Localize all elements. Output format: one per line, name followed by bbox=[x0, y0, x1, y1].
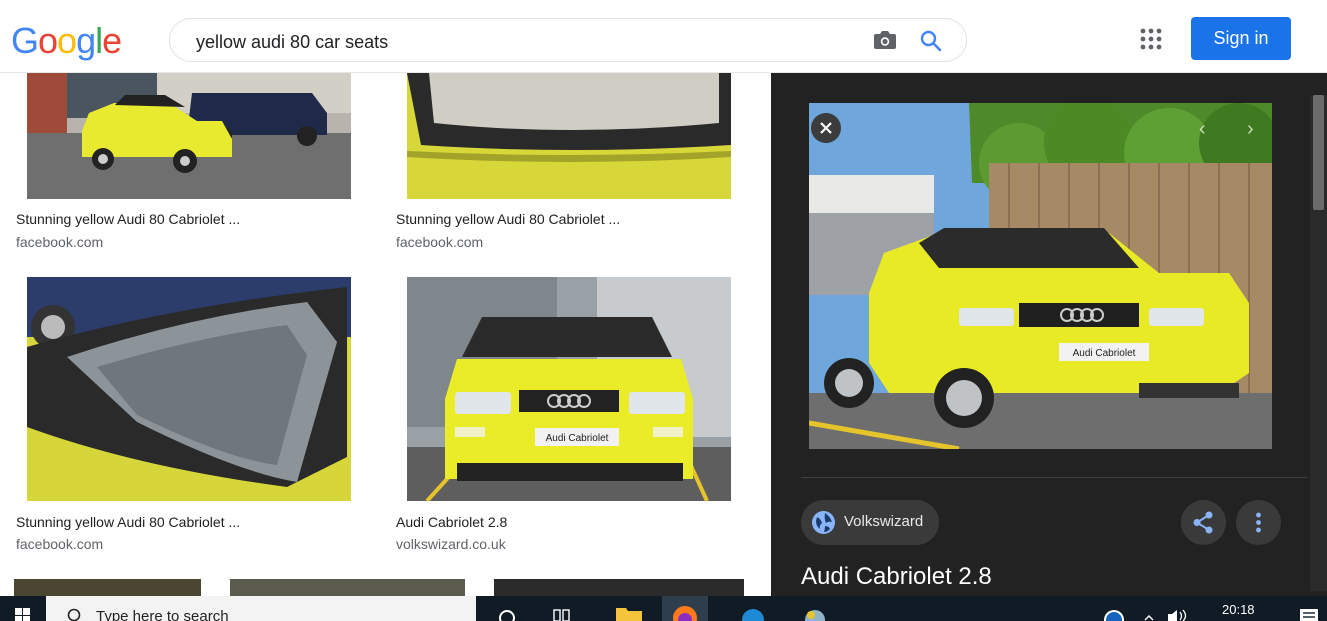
divider bbox=[801, 477, 1307, 478]
camera-icon[interactable] bbox=[873, 30, 897, 50]
panel-scrollbar[interactable] bbox=[1310, 95, 1327, 591]
file-explorer-icon[interactable] bbox=[606, 596, 652, 621]
result-title[interactable]: Stunning yellow Audi 80 Cabriolet ... bbox=[396, 211, 620, 227]
image-preview-panel: Audi Cabriolet ‹ › Volkswizard Audi Cabr… bbox=[771, 73, 1327, 596]
search-input[interactable]: yellow audi 80 car seats bbox=[196, 32, 388, 53]
result-source[interactable]: facebook.com bbox=[16, 536, 103, 552]
share-button[interactable] bbox=[1181, 500, 1226, 545]
volume-icon[interactable] bbox=[1160, 596, 1194, 621]
chevron-up-icon[interactable] bbox=[1128, 596, 1158, 621]
source-name: Volkswizard bbox=[844, 513, 924, 530]
taskbar-clock[interactable]: 20:18 bbox=[1222, 602, 1255, 617]
google-logo[interactable]: Google bbox=[11, 20, 122, 62]
previous-image-chevron-icon[interactable]: ‹ bbox=[1199, 118, 1206, 141]
result-thumbnail[interactable] bbox=[407, 73, 731, 199]
more-options-button[interactable] bbox=[1236, 500, 1281, 545]
preview-image[interactable]: Audi Cabriolet bbox=[809, 103, 1272, 449]
edge-icon[interactable] bbox=[730, 596, 776, 621]
result-card-1[interactable]: Stunning yellow Audi 80 Cabriolet ... fa… bbox=[11, 73, 366, 263]
audi-front-photo-thumbnail: Audi Cabriolet bbox=[407, 277, 731, 501]
windows-logo-icon bbox=[15, 608, 30, 621]
logo-letter: l bbox=[95, 20, 103, 61]
start-button[interactable] bbox=[0, 596, 46, 621]
task-view-icon[interactable] bbox=[538, 596, 584, 621]
result-thumbnail[interactable] bbox=[27, 277, 351, 501]
result-card-3[interactable]: Stunning yellow Audi 80 Cabriolet ... fa… bbox=[11, 277, 366, 557]
scrollbar-thumb[interactable] bbox=[1313, 95, 1324, 210]
close-preview-button[interactable] bbox=[811, 113, 841, 143]
result-thumbnail[interactable] bbox=[14, 579, 201, 596]
taskbar-search-input[interactable]: Type here to search bbox=[96, 608, 229, 621]
share-icon bbox=[1193, 511, 1213, 534]
car-photo-thumbnail bbox=[27, 73, 351, 199]
result-source[interactable]: facebook.com bbox=[396, 234, 483, 250]
result-source[interactable]: volkswizard.co.uk bbox=[396, 536, 506, 552]
result-thumbnail[interactable]: Audi Cabriolet bbox=[407, 277, 731, 501]
header: Google yellow audi 80 car seats Sign in bbox=[0, 0, 1327, 73]
result-card-4[interactable]: Audi Cabriolet Audi Cabriolet 2.8 volksw… bbox=[391, 277, 746, 557]
windows-taskbar: Type here to search 20:18 bbox=[0, 596, 1327, 621]
apps-grid-icon[interactable] bbox=[1140, 28, 1162, 50]
car-roof-photo-thumbnail bbox=[407, 73, 731, 199]
search-box[interactable]: yellow audi 80 car seats bbox=[169, 18, 967, 62]
preview-title[interactable]: Audi Cabriolet 2.8 bbox=[801, 563, 992, 591]
license-plate-text: Audi Cabriolet bbox=[1073, 348, 1136, 359]
firefox-icon[interactable] bbox=[662, 596, 708, 621]
cortana-icon[interactable] bbox=[484, 596, 530, 621]
search-icon[interactable] bbox=[918, 28, 944, 54]
image-results-grid: Stunning yellow Audi 80 Cabriolet ... fa… bbox=[0, 73, 771, 596]
search-icon bbox=[67, 608, 81, 621]
app-icon[interactable] bbox=[790, 596, 836, 621]
result-title[interactable]: Stunning yellow Audi 80 Cabriolet ... bbox=[16, 211, 240, 227]
sign-in-button[interactable]: Sign in bbox=[1191, 17, 1291, 60]
logo-letter: o bbox=[57, 20, 77, 61]
more-vert-icon bbox=[1256, 512, 1261, 533]
close-icon bbox=[820, 122, 832, 134]
result-card-2[interactable]: Stunning yellow Audi 80 Cabriolet ... fa… bbox=[391, 73, 746, 263]
source-chip[interactable]: Volkswizard bbox=[801, 500, 939, 545]
logo-letter: G bbox=[11, 20, 39, 61]
logo-letter: g bbox=[76, 20, 96, 61]
license-plate-text: Audi Cabriolet bbox=[546, 433, 609, 444]
car-window-photo-thumbnail bbox=[27, 277, 351, 501]
taskbar-search-box[interactable]: Type here to search bbox=[46, 596, 476, 621]
result-title[interactable]: Audi Cabriolet 2.8 bbox=[396, 514, 507, 530]
logo-letter: o bbox=[38, 20, 58, 61]
result-source[interactable]: facebook.com bbox=[16, 234, 103, 250]
result-thumbnail[interactable] bbox=[27, 73, 351, 199]
result-thumbnail[interactable] bbox=[230, 579, 465, 596]
logo-letter: e bbox=[102, 20, 122, 61]
audi-cabriolet-photo: Audi Cabriolet bbox=[809, 103, 1272, 449]
globe-icon bbox=[812, 511, 835, 534]
result-title[interactable]: Stunning yellow Audi 80 Cabriolet ... bbox=[16, 514, 240, 530]
next-image-chevron-icon[interactable]: › bbox=[1247, 118, 1254, 141]
result-thumbnail[interactable] bbox=[494, 579, 744, 596]
notifications-icon[interactable] bbox=[1290, 596, 1327, 621]
